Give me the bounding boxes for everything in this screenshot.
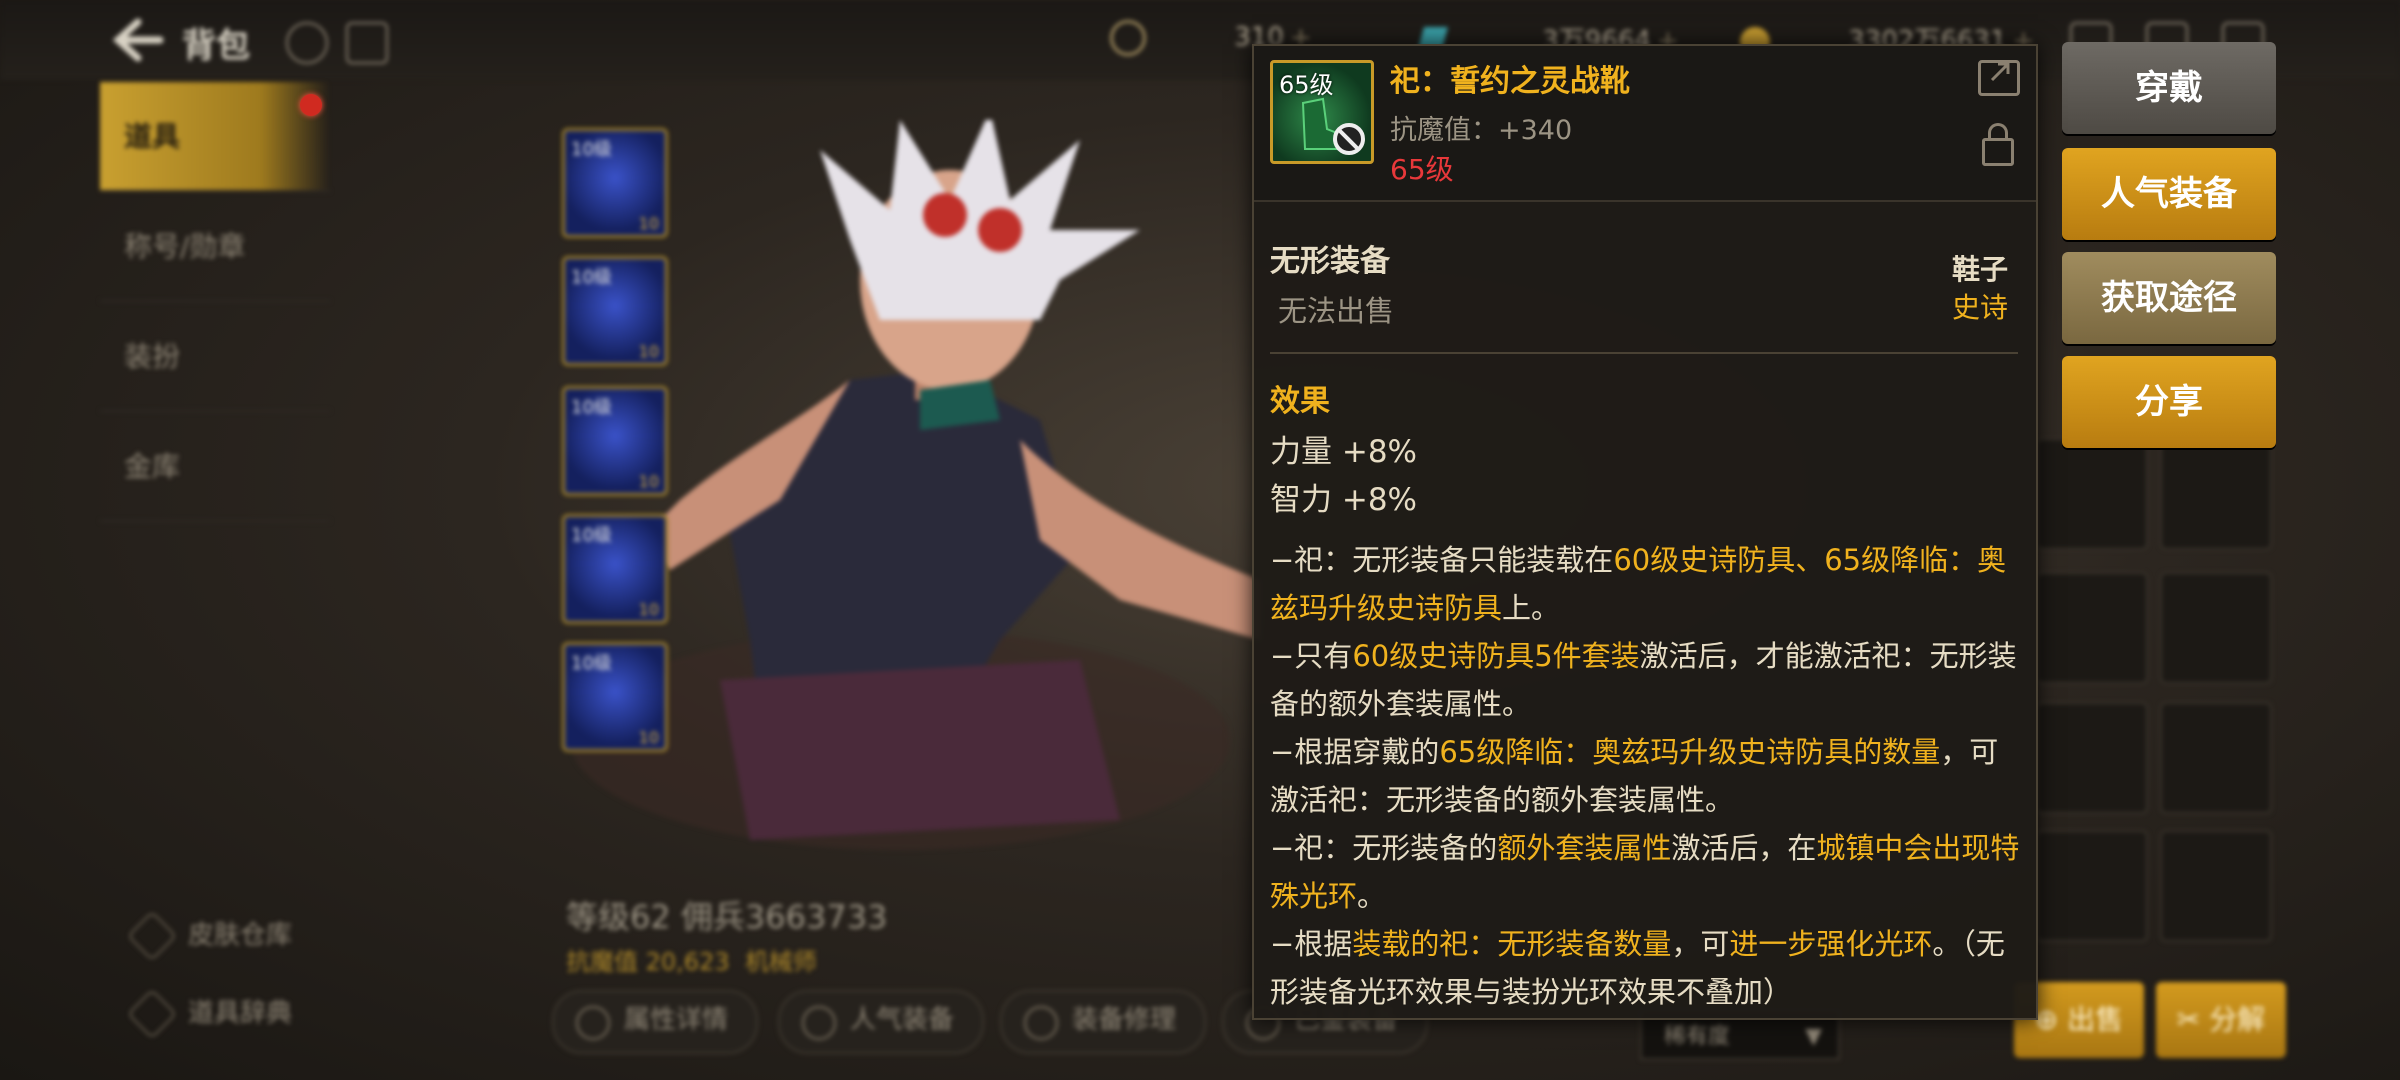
item-rarity: 史诗 xyxy=(1951,291,2008,324)
equip-slot-1[interactable]: 10级 10 xyxy=(562,128,668,238)
description-paragraph: −祀：无形装备只能装载在60级史诗防具、65级降临：奥兹玛升级史诗防具上。 xyxy=(1270,536,2020,632)
item-description: −祀：无形装备只能装载在60级史诗防具、65级降临：奥兹玛升级史诗防具上。 −只有… xyxy=(1270,536,2020,1016)
list-icon[interactable] xyxy=(346,22,388,64)
tooltip-header: 65级 祀：誓约之灵战靴 抗魔值：+340 65级 xyxy=(1254,46,2036,202)
slot-level: 10级 xyxy=(571,653,612,674)
equip-slot-3[interactable]: 10级 10 xyxy=(562,386,668,496)
inventory-cell[interactable] xyxy=(2160,702,2272,814)
sidebar-item-titles[interactable]: 称号/勋章 xyxy=(100,192,330,302)
back-arrow-icon[interactable] xyxy=(112,18,164,62)
description-text: −祀：无形装备只能装载在 xyxy=(1270,543,1614,577)
no-sell-text: 无法出售 xyxy=(1278,294,1395,328)
description-highlight: 60级史诗防具5件套装 xyxy=(1352,639,1640,673)
slot-qty: 10 xyxy=(638,728,659,747)
inventory-cell[interactable] xyxy=(2036,438,2148,550)
rarity-filter-label: 稀有度 xyxy=(1664,1024,1731,1049)
sell-icon: ⊕ xyxy=(2034,1003,2068,1036)
stat-strength: 力量 +8% xyxy=(1270,434,1418,470)
boots-item-icon: 65级 xyxy=(1270,60,1374,164)
help-icon[interactable] xyxy=(286,22,328,64)
slot-level: 10级 xyxy=(571,397,612,418)
description-paragraph: −根据穿戴的65级降临：奥兹玛升级史诗防具的数量，可激活祀：无形装备的额外套装属… xyxy=(1270,728,2020,824)
inventory-cell[interactable] xyxy=(2036,702,2148,814)
inventory-cell[interactable] xyxy=(2160,572,2272,684)
decompose-icon: ✂ xyxy=(2176,1003,2210,1036)
description-highlight: 额外套装属性 xyxy=(1497,831,1672,865)
sidebar-item-avatar[interactable]: 装扮 xyxy=(100,302,330,412)
share-button[interactable]: 分享 xyxy=(2062,356,2276,448)
moon-coin-icon xyxy=(1110,20,1146,56)
decompose-button[interactable]: ✂ 分解 xyxy=(2156,982,2286,1058)
description-text: 。 xyxy=(1357,879,1387,913)
skin-storage-link[interactable]: 皮肤仓库 xyxy=(127,911,293,961)
export-icon[interactable] xyxy=(1978,60,2020,96)
equip-slot-5[interactable]: 10级 10 xyxy=(562,642,668,752)
description-text: −只有 xyxy=(1270,639,1353,673)
equip-slot-4[interactable]: 10级 10 xyxy=(562,514,668,624)
tab-repair[interactable]: 装备修理 xyxy=(1000,990,1207,1054)
top-bar: 背包 310 + 3万9664 + 3302万6631 + xyxy=(0,0,2400,80)
description-highlight: 65级降临：奥兹玛升级史诗防具的数量 xyxy=(1439,735,1941,769)
description-highlight: 进一步强化光环 xyxy=(1729,927,1933,961)
description-text: −根据 xyxy=(1270,927,1353,961)
sidebar-item-items[interactable]: 道具 xyxy=(100,82,330,192)
description-paragraph: −祀：无形装备的额外套装属性激活后，在城镇中会出现特殊光环。 xyxy=(1270,824,2020,920)
export-arrow-icon xyxy=(1990,62,2010,82)
notification-dot xyxy=(300,94,322,116)
tab-popular-gear[interactable]: 人气装备 xyxy=(778,990,985,1054)
character-stats: 抗魔值 20,623 机械师 xyxy=(566,942,887,977)
sell-label: 出售 xyxy=(2067,1003,2124,1036)
item-slot: 鞋子 xyxy=(1951,253,2008,286)
slot-qty: 10 xyxy=(638,214,659,233)
slot-level: 10级 xyxy=(571,267,612,288)
skin-storage-label: 皮肤仓库 xyxy=(188,920,293,951)
description-text: 上。 xyxy=(1502,591,1561,625)
character-job: 机械师 xyxy=(744,948,817,976)
description-text: ，可 xyxy=(1671,927,1730,961)
slot-level: 10级 xyxy=(571,139,612,160)
slot-qty: 10 xyxy=(638,600,659,619)
skin-storage-icon xyxy=(127,911,177,961)
effect-title: 效果 xyxy=(1270,384,1330,419)
slot-qty: 10 xyxy=(638,342,659,361)
description-paragraph: −根据装载的祀：无形装备数量，可进一步强化光环。（无形装备光环效果与装扮光环效果… xyxy=(1270,920,2020,1016)
inventory-cell[interactable] xyxy=(2036,830,2148,942)
item-type: 无形装备 xyxy=(1270,244,1390,279)
tab-attribute-details[interactable]: 属性详情 xyxy=(552,990,759,1054)
equip-slot-2[interactable]: 10级 10 xyxy=(562,256,668,366)
page-title: 背包 xyxy=(182,26,250,66)
item-name: 祀：誓约之灵战靴 xyxy=(1390,64,1630,99)
description-paragraph: −只有60级史诗防具5件套装激活后，才能激活祀：无形装备的额外套装属性。 xyxy=(1270,632,2020,728)
decompose-label: 分解 xyxy=(2209,1003,2266,1036)
item-dictionary-icon xyxy=(127,989,177,1039)
inventory-cell[interactable] xyxy=(2160,830,2272,942)
item-tooltip: 65级 祀：誓约之灵战靴 抗魔值：+340 65级 无形装备 无法出售 鞋子 史… xyxy=(1252,44,2038,1020)
character-info: 等级62 佣兵3663733 抗魔值 20,623 机械师 xyxy=(566,892,887,977)
no-trade-icon xyxy=(1333,123,1365,155)
description-text: −祀：无形装备的 xyxy=(1270,831,1498,865)
inventory-cell[interactable] xyxy=(2036,572,2148,684)
character-antimagic: 抗魔值 20,623 xyxy=(566,948,730,976)
description-text: 激活后，在 xyxy=(1671,831,1817,865)
inventory-cell[interactable] xyxy=(2160,438,2272,550)
divider xyxy=(1270,352,2018,354)
obtain-source-button[interactable]: 获取途径 xyxy=(2062,252,2276,344)
lock-icon[interactable] xyxy=(1982,123,2014,166)
item-dictionary-label: 道具辞典 xyxy=(188,998,293,1029)
item-level: 65级 xyxy=(1390,153,1454,186)
description-text: −根据穿戴的 xyxy=(1270,735,1440,769)
slot-qty: 10 xyxy=(638,472,659,491)
popular-gear-button[interactable]: 人气装备 xyxy=(2062,148,2276,240)
sidebar-item-vault[interactable]: 金库 xyxy=(100,412,330,522)
item-antimagic: 抗魔值：+340 xyxy=(1390,115,1573,146)
character-name: 等级62 佣兵3663733 xyxy=(566,898,888,936)
item-dictionary-link[interactable]: 道具辞典 xyxy=(127,989,293,1039)
wear-button[interactable]: 穿戴 xyxy=(2062,42,2276,134)
stat-intelligence: 智力 +8% xyxy=(1270,482,1418,518)
description-highlight: 装载的祀：无形装备数量 xyxy=(1352,927,1672,961)
slot-level: 10级 xyxy=(571,525,612,546)
